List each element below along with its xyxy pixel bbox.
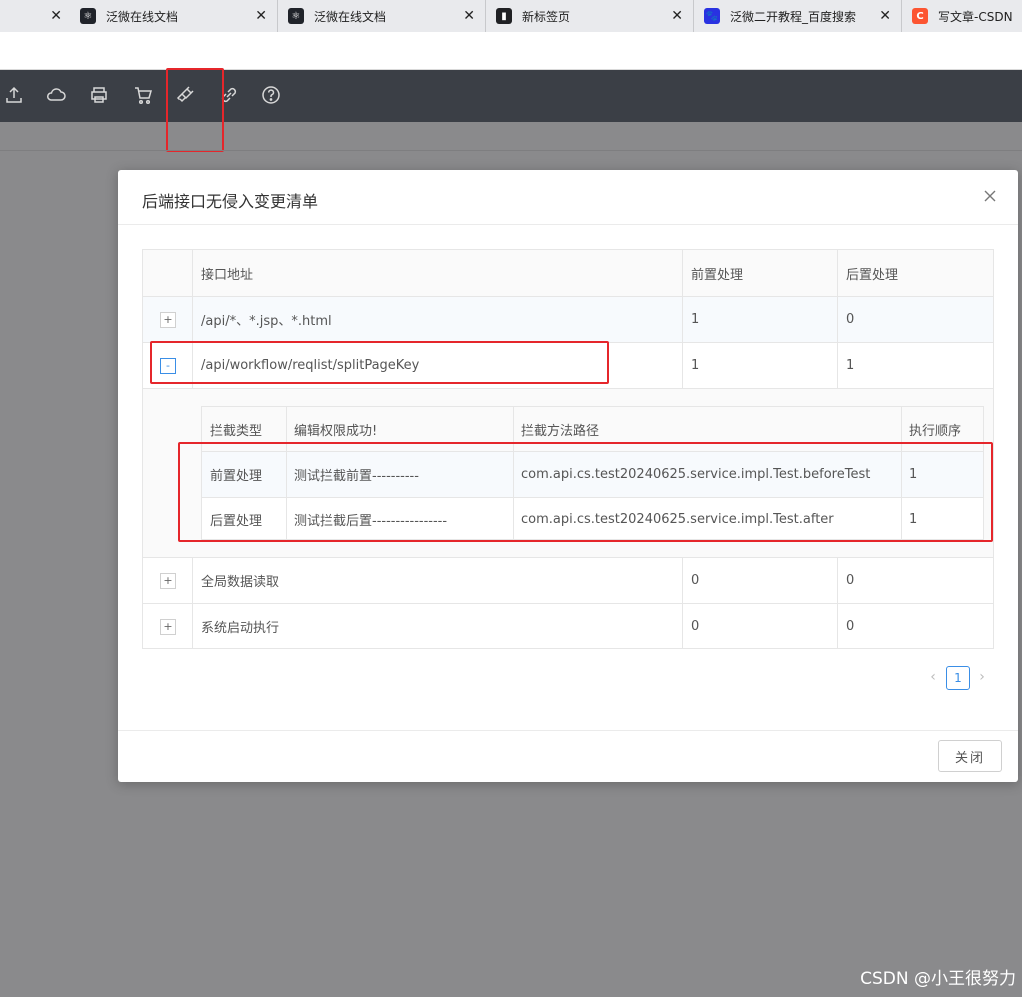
browser-tab-bar: ✕ ⚛ 泛微在线文档 ✕ ⚛ 泛微在线文档 ✕ ▮ 新标签页 ✕ 🐾 泛微二开教… (0, 0, 1022, 32)
react-atom-icon: ⚛ (288, 8, 304, 24)
next-page-button[interactable]: › (975, 670, 989, 684)
page-number-button[interactable]: 1 (946, 666, 970, 690)
divider (143, 603, 993, 604)
tab-title: 泛微二开教程_百度搜索 (730, 9, 857, 24)
new-tab-icon: ▮ (496, 8, 512, 24)
expand-row-button[interactable]: + (160, 619, 176, 635)
pre-count-cell: 0 (691, 618, 700, 634)
divider (682, 250, 683, 388)
modal-title: 后端接口无侵入变更清单 (142, 192, 319, 211)
post-count-cell: 1 (846, 357, 855, 373)
divider (143, 296, 993, 297)
prev-page-button[interactable]: ‹ (926, 670, 940, 684)
browser-tab[interactable]: ⚛ 泛微在线文档 ✕ (70, 0, 278, 32)
highlight-box (166, 68, 224, 152)
tab-title: 新标签页 (522, 9, 571, 24)
tab-close-icon[interactable]: ✕ (671, 8, 683, 24)
browser-tab[interactable]: ⚛ 泛微在线文档 ✕ (278, 0, 486, 32)
divider (0, 150, 1022, 151)
browser-tab[interactable]: 🐾 泛微二开教程_百度搜索 ✕ (694, 0, 902, 32)
cart-icon[interactable] (132, 84, 154, 106)
path-cell: 全局数据读取 (201, 574, 280, 590)
tab-title: 泛微在线文档 (106, 9, 179, 24)
column-header: 接口地址 (201, 267, 254, 283)
close-button[interactable]: 关闭 (938, 740, 1002, 772)
printer-icon[interactable] (88, 84, 110, 106)
expand-row-button[interactable]: + (160, 312, 176, 328)
tab-close-icon[interactable]: ✕ (0, 8, 70, 24)
highlight-box (150, 341, 609, 384)
cloud-icon[interactable] (45, 84, 67, 106)
react-atom-icon: ⚛ (80, 8, 96, 24)
close-icon[interactable] (982, 188, 998, 204)
divider (118, 730, 1018, 731)
tab-title: 写文章-CSDN博客 (938, 9, 1012, 24)
pre-count-cell: 1 (691, 357, 700, 373)
post-count-cell: 0 (846, 311, 855, 327)
post-count-cell: 0 (846, 618, 855, 634)
column-header: 前置处理 (691, 267, 744, 283)
highlight-box (178, 442, 993, 542)
divider (143, 388, 993, 389)
watermark: CSDN @小王很努力 (860, 969, 1016, 989)
expand-row-button[interactable]: + (160, 573, 176, 589)
path-cell: 系统启动执行 (201, 620, 280, 636)
tab-title: 泛微在线文档 (314, 9, 387, 24)
divider (143, 557, 993, 558)
tab-close-icon[interactable]: ✕ (879, 8, 891, 24)
pre-count-cell: 0 (691, 572, 700, 588)
baidu-paw-icon: 🐾 (704, 8, 720, 24)
post-count-cell: 0 (846, 572, 855, 588)
csdn-c-icon: C (912, 8, 928, 24)
pre-count-cell: 1 (691, 311, 700, 327)
tab-close-icon[interactable]: ✕ (463, 8, 475, 24)
modal-header: 后端接口无侵入变更清单 (118, 170, 1018, 225)
upload-icon[interactable] (3, 84, 25, 106)
browser-tab[interactable]: C 写文章-CSDN博客 (902, 0, 1022, 32)
divider (837, 250, 838, 388)
column-header: 后置处理 (846, 267, 899, 283)
address-bar-area (0, 32, 1022, 70)
browser-tab[interactable]: ▮ 新标签页 ✕ (486, 0, 694, 32)
tab-close-icon[interactable]: ✕ (255, 8, 267, 24)
help-icon[interactable] (260, 84, 282, 106)
path-cell: /api/*、*.jsp、*.html (201, 313, 332, 329)
